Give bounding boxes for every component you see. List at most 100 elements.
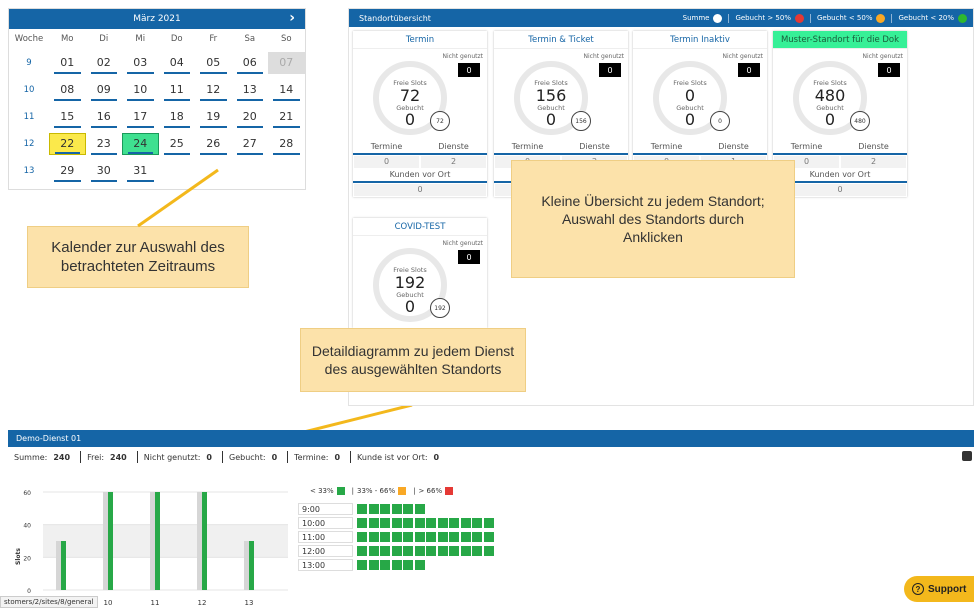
stat-separator	[136, 451, 138, 463]
slot-cell[interactable]	[426, 545, 436, 556]
slot-cell[interactable]	[391, 545, 402, 556]
slot-cell[interactable]	[449, 531, 459, 542]
slot-cell[interactable]	[368, 517, 379, 528]
slot-cell[interactable]	[414, 531, 425, 542]
status-url: stomers/2/sites/8/general	[0, 596, 98, 608]
standort-card[interactable]: COVID-TEST Freie Slots 192 Gebucht 0 192 Nicht…	[353, 218, 487, 328]
slot-cell[interactable]	[414, 517, 425, 528]
slot-gauge: Freie Slots 192 Gebucht 0 192 Nicht genutzt 0	[353, 236, 487, 328]
slot-cell[interactable]	[357, 503, 367, 514]
kunden-label: Kunden vor Ort	[353, 169, 487, 183]
time-row: 9:00	[298, 502, 518, 515]
slot-cell[interactable]	[472, 531, 482, 542]
dropdown-icon[interactable]	[962, 451, 972, 461]
card-stat-headers: Termine Dienste	[353, 141, 487, 155]
slot-cell[interactable]	[460, 531, 471, 542]
dienste-value: 2	[421, 156, 486, 168]
stat-separator	[222, 451, 223, 463]
slot-cell[interactable]	[414, 503, 425, 514]
time-cells	[357, 531, 495, 542]
bar-free	[108, 492, 113, 590]
slot-cell[interactable]	[437, 531, 448, 542]
slot-cell[interactable]	[403, 503, 413, 514]
card-title[interactable]: Termin	[353, 31, 487, 49]
stat-label: Frei:	[87, 452, 105, 462]
slot-cell[interactable]	[391, 517, 402, 528]
y-tick-label: 20	[23, 555, 31, 562]
sum-badge: 480	[850, 111, 870, 131]
bar-total	[244, 541, 249, 590]
grid-legend-swatch	[398, 487, 407, 495]
slot-cell[interactable]	[368, 503, 379, 514]
time-rows: 9:00 10:00 11:00 12:00 13:00	[298, 502, 518, 571]
stat-value: 240	[110, 452, 127, 462]
free-slots-value: 72	[399, 86, 421, 105]
unused-label: Nicht genutzt	[442, 240, 483, 247]
card-title[interactable]: Muster-Standort für die Dok	[773, 31, 907, 49]
dienst-stats-bar: Summe: 240 Frei: 240 Nicht genutzt: 0 Gebucht:…	[8, 447, 974, 467]
slot-cell[interactable]	[460, 545, 471, 556]
slot-cell[interactable]	[357, 559, 367, 570]
x-tick-label: 11	[151, 599, 160, 607]
slot-cell[interactable]	[380, 517, 390, 528]
slot-cell[interactable]	[403, 559, 413, 570]
slot-cell[interactable]	[483, 545, 494, 556]
stat-label: Nicht genutzt:	[143, 452, 201, 462]
stat-label: Kunde ist vor Ort:	[357, 452, 428, 462]
legend-item: Gebucht < 50%	[809, 13, 892, 23]
dienste-label: Dienste	[561, 141, 628, 155]
slot-gauge: Freie Slots 480 Gebucht 0 480 Nicht genutzt 0	[773, 49, 907, 141]
support-label: Support	[928, 583, 967, 595]
slot-cell[interactable]	[368, 545, 379, 556]
termine-label: Termine	[633, 141, 700, 155]
support-button[interactable]: ? Support	[904, 576, 974, 602]
card-title[interactable]: Termin & Ticket	[494, 31, 628, 49]
unused-value: 0	[458, 63, 480, 77]
termine-label: Termine	[494, 141, 561, 155]
slot-cell[interactable]	[368, 559, 379, 570]
slot-cell[interactable]	[414, 559, 425, 570]
slot-cell[interactable]	[391, 503, 402, 514]
slot-cell[interactable]	[437, 517, 448, 528]
slot-cell[interactable]	[437, 545, 448, 556]
slot-cell[interactable]	[391, 531, 402, 542]
legend-label: Gebucht < 20%	[898, 14, 954, 22]
card-title[interactable]: Termin Inaktiv	[633, 31, 767, 49]
slot-cell[interactable]	[426, 517, 436, 528]
slot-cell[interactable]	[380, 503, 390, 514]
slot-cell[interactable]	[414, 545, 425, 556]
slot-cell[interactable]	[483, 531, 494, 542]
unused-value: 0	[878, 63, 900, 77]
slot-cell[interactable]	[403, 517, 413, 528]
slot-cell[interactable]	[472, 517, 482, 528]
slot-cell[interactable]	[426, 531, 436, 542]
slot-cell[interactable]	[380, 531, 390, 542]
time-cells	[357, 517, 495, 528]
time-row: 13:00	[298, 558, 518, 571]
card-title[interactable]: COVID-TEST	[353, 218, 487, 236]
slot-cell[interactable]	[403, 531, 413, 542]
slot-cell[interactable]	[357, 517, 367, 528]
time-cells	[357, 545, 495, 556]
time-row: 12:00	[298, 544, 518, 557]
stat-separator	[350, 451, 352, 463]
slot-cell[interactable]	[472, 545, 482, 556]
slot-cell[interactable]	[380, 545, 390, 556]
slot-cell[interactable]	[460, 517, 471, 528]
free-slots-value: 480	[814, 86, 846, 105]
slot-cell[interactable]	[391, 559, 402, 570]
time-row: 11:00	[298, 530, 518, 543]
dienst-header: Demo-Dienst 01	[8, 430, 974, 447]
slot-gauge: Freie Slots 0 Gebucht 0 0 Nicht genutzt 0	[633, 49, 767, 141]
slot-cell[interactable]	[403, 545, 413, 556]
stat-value: 240	[53, 452, 71, 462]
slot-cell[interactable]	[357, 531, 367, 542]
slot-cell[interactable]	[380, 559, 390, 570]
slot-cell[interactable]	[449, 545, 459, 556]
legend-item: Gebucht > 50%	[728, 13, 810, 23]
standort-card[interactable]: Termin Freie Slots 72 Gebucht 0 72 Nicht genut…	[353, 31, 487, 197]
slot-cell[interactable]	[483, 517, 494, 528]
slot-cell[interactable]	[368, 531, 379, 542]
slot-cell[interactable]	[357, 545, 367, 556]
slot-cell[interactable]	[449, 517, 459, 528]
